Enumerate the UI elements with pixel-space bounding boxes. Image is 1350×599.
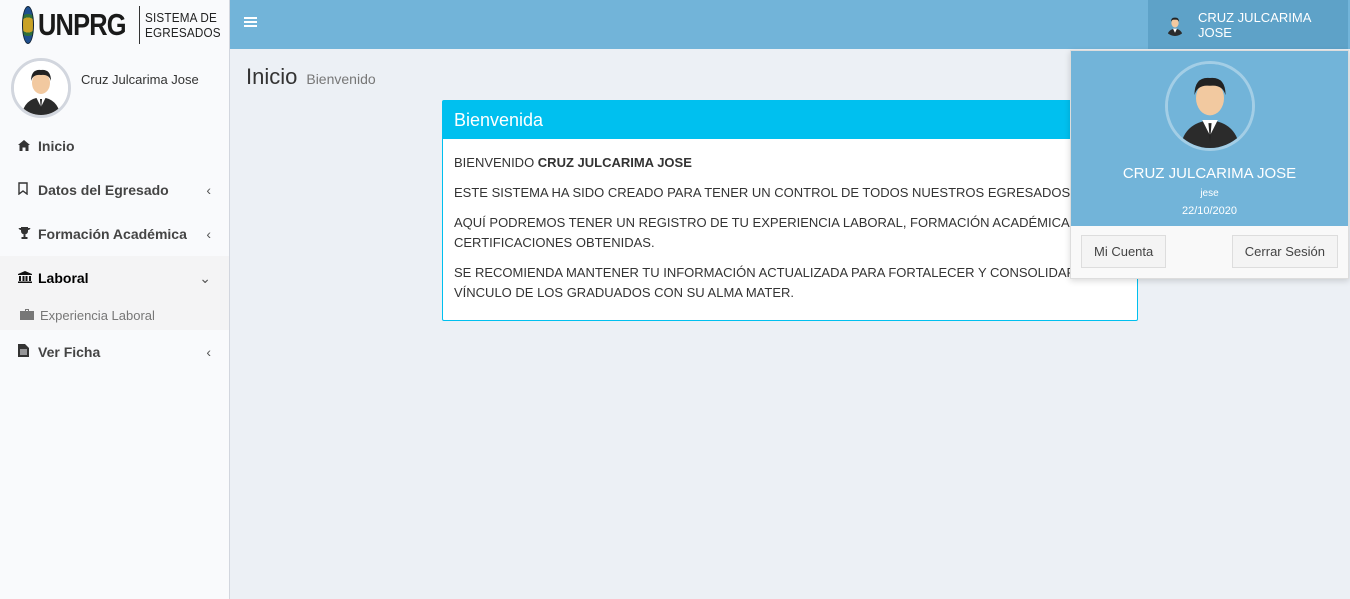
logout-button[interactable]: Cerrar Sesión: [1231, 235, 1338, 268]
welcome-box-body: BIENVENIDO CRUZ JULCARIMA JOSE ESTE SIST…: [443, 139, 1137, 303]
brand-name: UNPRG: [37, 7, 127, 42]
dropdown-username: jese: [1200, 188, 1219, 199]
sidebar-item-label: Laboral: [38, 270, 89, 286]
sidebar: UNPRG SISTEMA DE EGRESADOS Cruz Julcarim…: [0, 0, 230, 599]
welcome-box-header: Bienvenida: [443, 101, 1137, 139]
hamburger-menu-icon[interactable]: [244, 14, 258, 32]
sidebar-item-label: Inicio: [38, 138, 75, 154]
welcome-box-title: Bienvenida: [454, 109, 544, 130]
my-account-button[interactable]: Mi Cuenta: [1081, 235, 1167, 268]
greeting-name: CRUZ JULCARIMA JOSE: [537, 155, 692, 170]
page-subtitle: Bienvenido: [306, 71, 376, 87]
brand-subtitle-line2: EGRESADOS: [144, 25, 221, 40]
chevron-down-icon: ⌄: [199, 269, 211, 286]
trophy-icon: [18, 226, 38, 242]
sidebar-user-name: Cruz Julcarima Jose: [81, 72, 199, 87]
user-panel: Cruz Julcarima Jose: [0, 50, 229, 120]
welcome-paragraph-3: SE RECOMIENDA MANTENER TU INFORMACIÓN AC…: [454, 265, 1095, 300]
sidebar-item-label: Ver Ficha: [38, 344, 101, 360]
content-header: Inicio Bienvenido: [246, 64, 376, 90]
greeting-prefix: BIENVENIDO: [454, 155, 538, 170]
user-avatar-icon: [14, 61, 68, 115]
user-dropdown-footer: Mi Cuenta Cerrar Sesión: [1071, 226, 1348, 278]
welcome-paragraph-1: ESTE SISTEMA HA SIDO CREADO PARA TENER U…: [454, 185, 1074, 200]
chevron-left-icon: ‹: [206, 226, 211, 242]
chevron-left-icon: ‹: [206, 344, 211, 360]
brand-subtitle: SISTEMA DE EGRESADOS: [145, 10, 221, 40]
dropdown-date: 22/10/2020: [1181, 205, 1238, 217]
welcome-paragraph-2: AQUÍ PODREMOS TENER UN REGISTRO DE TU EX…: [454, 215, 1081, 250]
file-icon: [18, 344, 38, 360]
sidebar-item-datos-egresado[interactable]: Datos del Egresado ‹: [0, 168, 229, 212]
avatar: [1165, 61, 1255, 151]
logo[interactable]: UNPRG SISTEMA DE EGRESADOS: [0, 0, 229, 50]
user-avatar-icon: [1164, 13, 1186, 36]
bookmark-icon: [18, 182, 38, 198]
greeting-line: BIENVENIDO CRUZ JULCARIMA JOSE: [454, 153, 1126, 173]
briefcase-icon: [20, 308, 40, 323]
top-navbar: CRUZ JULCARIMA JOSE: [230, 0, 1350, 49]
university-seal-icon: [22, 6, 34, 44]
submenu-item-label: Experiencia Laboral: [40, 307, 155, 323]
sidebar-item-label: Formación Académica: [38, 226, 187, 242]
sidebar-item-label: Datos del Egresado: [38, 182, 169, 198]
user-avatar-icon: [1168, 64, 1252, 148]
sidebar-menu: Inicio Datos del Egresado ‹ Formación Ac…: [0, 124, 229, 374]
header-user-name: CRUZ JULCARIMA JOSE: [1197, 9, 1311, 40]
page-title: Inicio: [246, 64, 298, 89]
user-dropdown-header: CRUZ JULCARIMA JOSE jese 22/10/2020: [1071, 51, 1348, 226]
welcome-box: Bienvenida BIENVENIDO CRUZ JULCARIMA JOS…: [442, 100, 1138, 321]
sidebar-item-formacion[interactable]: Formación Académica ‹: [0, 212, 229, 256]
sidebar-item-laboral[interactable]: Laboral ⌄: [0, 256, 229, 300]
sidebar-item-ver-ficha[interactable]: Ver Ficha ‹: [0, 330, 229, 374]
avatar: [11, 58, 71, 118]
chevron-left-icon: ‹: [206, 182, 211, 198]
sidebar-item-inicio[interactable]: Inicio: [0, 124, 229, 168]
submenu-item-experiencia-laboral[interactable]: Experiencia Laboral: [0, 300, 229, 330]
user-menu-toggle[interactable]: CRUZ JULCARIMA JOSE: [1148, 0, 1348, 49]
brand-subtitle-line1: SISTEMA DE: [144, 10, 217, 25]
bank-icon: [18, 270, 38, 286]
home-icon: [18, 139, 38, 154]
user-dropdown: CRUZ JULCARIMA JOSE jese 22/10/2020 Mi C…: [1070, 50, 1349, 279]
dropdown-user-name: CRUZ JULCARIMA JOSE: [1122, 165, 1297, 182]
